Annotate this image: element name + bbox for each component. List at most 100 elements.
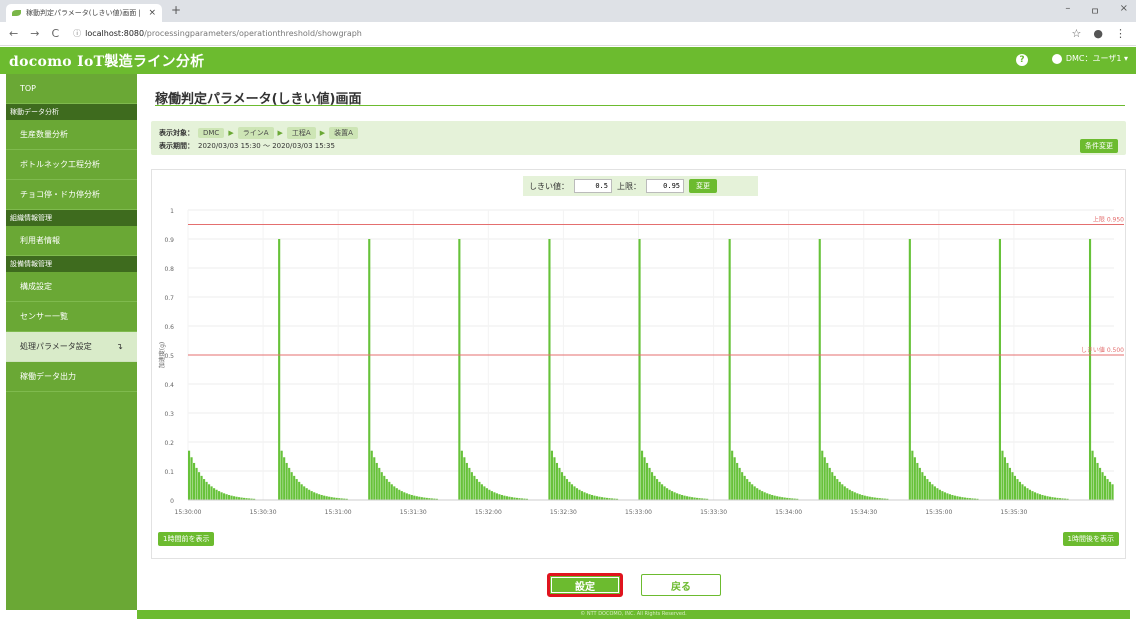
sidebar-item-users[interactable]: 利用者情報 bbox=[6, 226, 137, 256]
bar bbox=[200, 475, 203, 500]
bar bbox=[578, 489, 581, 500]
bar bbox=[460, 450, 463, 500]
bar bbox=[405, 493, 408, 500]
bookmark-star-icon[interactable]: ☆ bbox=[1072, 27, 1082, 40]
bar bbox=[653, 475, 656, 500]
threshold-input[interactable] bbox=[574, 179, 612, 193]
menu-icon[interactable]: ⋮ bbox=[1115, 27, 1126, 40]
path-process: 工程A bbox=[286, 127, 316, 139]
bar bbox=[583, 492, 586, 500]
sidebar-item-top[interactable]: TOP bbox=[6, 74, 137, 104]
bar bbox=[463, 457, 466, 500]
browser-tab[interactable]: 稼動判定パラメータ(しきい値)画面 | × bbox=[6, 4, 162, 22]
bar bbox=[380, 472, 383, 500]
bar bbox=[193, 462, 196, 500]
app-title[interactable]: docomo IoT製造ライン分析 bbox=[0, 51, 204, 71]
period-value: 2020/03/03 15:30 ～ 2020/03/03 15:35 bbox=[198, 142, 335, 150]
bar bbox=[375, 462, 378, 500]
bar bbox=[858, 494, 861, 500]
sidebar-item-stoppage[interactable]: チョコ停・ドカ停分析 bbox=[6, 180, 137, 210]
sidebar-item-parameters[interactable]: 処理パラメータ設定 ↴ bbox=[6, 332, 137, 362]
bar bbox=[741, 472, 744, 500]
bar bbox=[213, 488, 216, 500]
maximize-icon[interactable]: ㅁ bbox=[1090, 3, 1099, 18]
bar bbox=[851, 491, 854, 500]
bar bbox=[565, 479, 569, 500]
bar bbox=[1016, 479, 1019, 500]
bar bbox=[686, 496, 689, 500]
bar bbox=[505, 496, 508, 500]
set-button[interactable]: 設定 bbox=[547, 573, 623, 597]
bar bbox=[866, 496, 869, 500]
bar bbox=[413, 495, 416, 500]
bar bbox=[548, 239, 551, 500]
bar bbox=[195, 467, 198, 500]
bar bbox=[843, 486, 846, 500]
bar bbox=[848, 489, 851, 500]
sidebar-item-production[interactable]: 生産数量分析 bbox=[6, 120, 137, 150]
sidebar-item-export[interactable]: 稼働データ出力 bbox=[6, 362, 137, 392]
bar bbox=[220, 492, 223, 500]
sidebar-item-sensors[interactable]: センサー一覧 bbox=[6, 302, 137, 332]
threshold-label: しきい値： bbox=[529, 181, 569, 191]
main-content: 稼働判定パラメータ(しきい値)画面 表示対象： DMC ▶ ラインA ▶ 工程A… bbox=[137, 74, 1130, 610]
x-tick-label: 15:31:30 bbox=[400, 509, 427, 516]
bar bbox=[953, 495, 956, 500]
threshold-label: 上限 0.950 bbox=[1093, 216, 1124, 224]
help-icon[interactable]: ? bbox=[1016, 54, 1028, 66]
bar bbox=[558, 467, 561, 500]
new-tab-button[interactable]: + bbox=[171, 3, 181, 17]
back-icon[interactable]: ← bbox=[9, 27, 18, 40]
bar bbox=[766, 493, 769, 500]
bar bbox=[283, 457, 286, 500]
close-window-icon[interactable]: × bbox=[1120, 3, 1128, 18]
threshold-form: しきい値： 上限： 変更 bbox=[523, 176, 758, 196]
browser-tab-bar: 稼動判定パラメータ(しきい値)画面 | × + – ㅁ × bbox=[0, 0, 1136, 22]
bar bbox=[956, 496, 959, 500]
back-button[interactable]: 戻る bbox=[641, 574, 721, 596]
bar bbox=[478, 481, 481, 500]
bar bbox=[658, 481, 661, 500]
y-tick-label: 0.3 bbox=[164, 411, 174, 418]
path-company: DMC bbox=[198, 128, 225, 138]
bar bbox=[1088, 239, 1092, 500]
bar bbox=[831, 472, 834, 500]
bar bbox=[841, 484, 844, 500]
apply-threshold-button[interactable]: 変更 bbox=[689, 179, 717, 193]
tab-close-icon[interactable]: × bbox=[148, 8, 156, 18]
reload-icon[interactable]: C bbox=[51, 27, 59, 40]
bar bbox=[488, 489, 491, 500]
bar bbox=[458, 239, 461, 500]
bar bbox=[495, 493, 498, 500]
bar bbox=[1023, 486, 1027, 500]
chart-panel: 上限 0.950 しきい値 0.500 0 0.1 0.2 0.3 0.4 0.5 0.6 0.… bbox=[151, 169, 1126, 559]
bar bbox=[298, 481, 301, 500]
bar bbox=[823, 457, 826, 500]
upper-limit-input[interactable] bbox=[646, 179, 684, 193]
bar bbox=[1006, 462, 1009, 500]
bar bbox=[998, 239, 1002, 500]
path-arrow-icon: ▶ bbox=[277, 129, 283, 137]
next-hour-button[interactable]: 1時間後を表示 bbox=[1062, 532, 1119, 546]
bar bbox=[198, 472, 201, 500]
bar bbox=[826, 462, 829, 500]
user-menu[interactable]: DMC：ユーザ1 ▾ bbox=[1051, 53, 1128, 64]
info-icon[interactable]: ⓘ bbox=[73, 28, 81, 39]
bar bbox=[663, 486, 666, 500]
minimize-icon[interactable]: – bbox=[1065, 3, 1070, 18]
bar bbox=[368, 239, 371, 500]
url-field[interactable]: ⓘ localhost:8080/processingparameters/op… bbox=[73, 28, 362, 39]
bar bbox=[210, 486, 213, 500]
bar bbox=[370, 450, 373, 500]
bar bbox=[1103, 475, 1107, 500]
bar bbox=[651, 472, 654, 500]
bar bbox=[681, 494, 684, 500]
bar bbox=[325, 496, 328, 500]
forward-icon[interactable]: → bbox=[30, 27, 39, 40]
change-condition-button[interactable]: 条件変更 bbox=[1080, 139, 1118, 153]
sidebar-item-config[interactable]: 構成設定 bbox=[6, 272, 137, 302]
sidebar-item-bottleneck[interactable]: ボトルネック工程分析 bbox=[6, 150, 137, 180]
profile-icon[interactable]: ● bbox=[1093, 27, 1103, 40]
prev-hour-button[interactable]: 1時間前を表示 bbox=[158, 532, 215, 546]
y-tick-label: 0.6 bbox=[164, 324, 174, 331]
